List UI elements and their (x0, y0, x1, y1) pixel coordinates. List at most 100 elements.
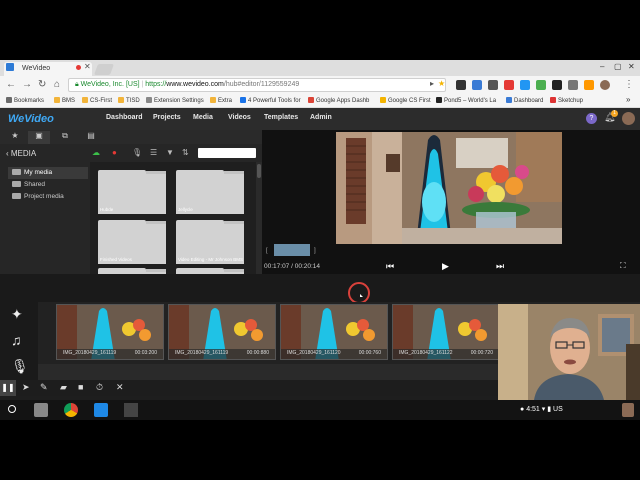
extension-icon[interactable] (456, 80, 466, 90)
bookmark-item[interactable]: Google CS First (380, 97, 431, 104)
help-button[interactable]: ? (586, 113, 597, 124)
bookmark-item[interactable]: Dashboard (506, 97, 543, 104)
close-tool-icon[interactable]: ✕ (116, 382, 124, 393)
timeline-clip[interactable]: IMG_20180429_161119 00:00:880 (168, 304, 276, 360)
extension-icon[interactable] (536, 80, 546, 90)
user-avatar[interactable] (622, 112, 635, 125)
media-folder-item[interactable]: Jellycle (176, 170, 244, 214)
extension-icon[interactable] (552, 80, 562, 90)
timeline-clip[interactable]: IMG_20180429_161120 00:00:760 (280, 304, 388, 360)
media-folder-item[interactable]: Hubde (98, 170, 166, 214)
bookmark-item[interactable]: Extension Settings (146, 97, 204, 104)
marker-tool-icon[interactable]: ▰ (60, 382, 67, 393)
extension-icon[interactable] (504, 80, 514, 90)
bookmark-item[interactable]: Sketchup (550, 97, 583, 104)
pointer-tool-icon[interactable]: ➤ (22, 382, 30, 393)
scroll-thumb[interactable] (257, 164, 261, 178)
camera-tool-icon[interactable]: ■ (78, 382, 83, 392)
video-frame[interactable] (336, 132, 562, 244)
files-app-icon[interactable] (94, 403, 108, 417)
gallery-tab-icon[interactable]: ▤ (80, 131, 102, 144)
bookmark-item[interactable]: Pond5 – World's La (436, 97, 496, 104)
more-bookmarks-icon[interactable]: » (626, 95, 630, 104)
reload-icon[interactable]: ↻ (38, 79, 46, 90)
sort-icon[interactable]: ⇅ (182, 148, 189, 157)
trim-range[interactable] (274, 244, 310, 256)
list-view-icon[interactable]: ☰ (150, 148, 157, 157)
chrome-menu-icon[interactable]: ⋮ (624, 79, 634, 90)
bookmark-item[interactable]: Google Apps Dashb (308, 97, 369, 104)
chrome-app-icon[interactable] (64, 403, 78, 417)
bookmark-star-icon[interactable]: ★ (438, 79, 445, 88)
tab-close-icon[interactable]: ✕ (84, 62, 91, 71)
extension-icon[interactable] (488, 80, 498, 90)
address-bar[interactable]: 🔒︎ WeVideo, Inc. [US] | https://www.wevi… (68, 78, 446, 92)
bookmark-item[interactable]: BMS (54, 97, 75, 104)
favorites-star-icon[interactable]: ★ (4, 131, 26, 144)
notification-badge: 1 (611, 110, 618, 117)
trim-end-handle[interactable]: ] (314, 248, 316, 254)
trim-bar[interactable]: [ ] (266, 242, 318, 258)
pause-icon[interactable]: ❚❚ (0, 380, 16, 396)
filter-icon[interactable]: ▼ (166, 148, 174, 157)
record-icon[interactable]: ● (112, 148, 117, 157)
home-icon[interactable]: ⌂ (54, 79, 60, 90)
system-tray[interactable]: ● 4:51 ▾ ▮ US (520, 405, 563, 413)
maximize-icon[interactable]: ▢ (614, 62, 622, 71)
bookmark-item[interactable]: CS-First (82, 97, 112, 104)
media-title[interactable]: ‹ MEDIA (6, 149, 36, 158)
extension-icon[interactable] (584, 80, 594, 90)
stock-media-tab-icon[interactable]: ⧉ (54, 131, 76, 144)
bookmark-item[interactable]: Bookmarks (6, 97, 44, 104)
nav-videos[interactable]: Videos (228, 114, 251, 121)
bookmark-item[interactable]: TISD (118, 97, 140, 104)
upload-cloud-icon[interactable]: ☁ (92, 148, 100, 157)
panel-divider[interactable] (0, 274, 640, 304)
media-folder-item[interactable]: Finished Videos (98, 220, 166, 264)
nav-media[interactable]: Media (193, 114, 213, 121)
user-account-icon[interactable] (622, 403, 634, 417)
timeline-toolbar: ❚❚ ➤ ✎ ▰ ■ ⏱︎ ✕ (0, 380, 500, 396)
music-note-icon[interactable]: ♫ (11, 332, 22, 348)
skip-forward-icon[interactable]: ⏭︎ (496, 261, 504, 272)
lava-lamp-scene (336, 132, 562, 244)
magic-wand-icon[interactable]: ✦ (11, 306, 23, 323)
close-window-icon[interactable]: ✕ (628, 62, 635, 71)
cast-icon[interactable]: ▸ (430, 79, 434, 88)
profile-icon[interactable] (600, 80, 610, 90)
timeline-clip[interactable]: IMG_20180429_161119 00:03:200 (56, 304, 164, 360)
nav-projects[interactable]: Projects (153, 114, 181, 121)
media-search-input[interactable] (198, 148, 256, 158)
media-grid: Hubde Jellycle Finished Videos Video Edi… (90, 162, 256, 274)
folder-project-media[interactable]: Project media (12, 193, 64, 200)
timer-tool-icon[interactable]: ⏱︎ (96, 382, 103, 393)
extension-icon[interactable] (472, 80, 482, 90)
minimize-icon[interactable]: – (600, 62, 604, 71)
folder-my-media[interactable]: My media (12, 169, 52, 176)
media-folder-item[interactable]: Video Editing - Mr Johnson BMS (176, 220, 244, 264)
film-app-icon[interactable] (124, 403, 138, 417)
extension-icon[interactable] (520, 80, 530, 90)
media-folder-tab-icon[interactable]: ▣ (28, 131, 50, 144)
folder-icon (12, 169, 21, 175)
microphone-icon[interactable]: 🎙︎ (132, 148, 142, 157)
fullscreen-icon[interactable]: ⛶ (620, 261, 626, 271)
nav-dashboard[interactable]: Dashboard (106, 114, 143, 121)
forward-icon[interactable]: → (22, 79, 32, 90)
folder-shared[interactable]: Shared (12, 181, 45, 188)
pen-tool-icon[interactable]: ✎ (40, 382, 48, 393)
bookmark-item[interactable]: 4 Powerful Tools for (240, 97, 301, 104)
timeline-clip[interactable]: IMG_20180429_161122 00:00:720 (392, 304, 500, 360)
new-tab-button[interactable] (93, 64, 115, 75)
nav-templates[interactable]: Templates (264, 114, 298, 121)
trim-start-handle[interactable]: [ (266, 248, 268, 254)
extension-icon[interactable] (568, 80, 578, 90)
store-app-icon[interactable] (34, 403, 48, 417)
back-icon[interactable]: ← (6, 79, 16, 90)
play-icon[interactable]: ▶ (442, 261, 449, 272)
nav-admin[interactable]: Admin (310, 114, 332, 121)
skip-back-icon[interactable]: ⏮︎ (386, 261, 394, 272)
voiceover-mic-icon[interactable]: 🎙︎ (11, 358, 29, 375)
launcher-icon[interactable] (8, 405, 16, 413)
bookmark-item[interactable]: Extra (210, 97, 232, 104)
